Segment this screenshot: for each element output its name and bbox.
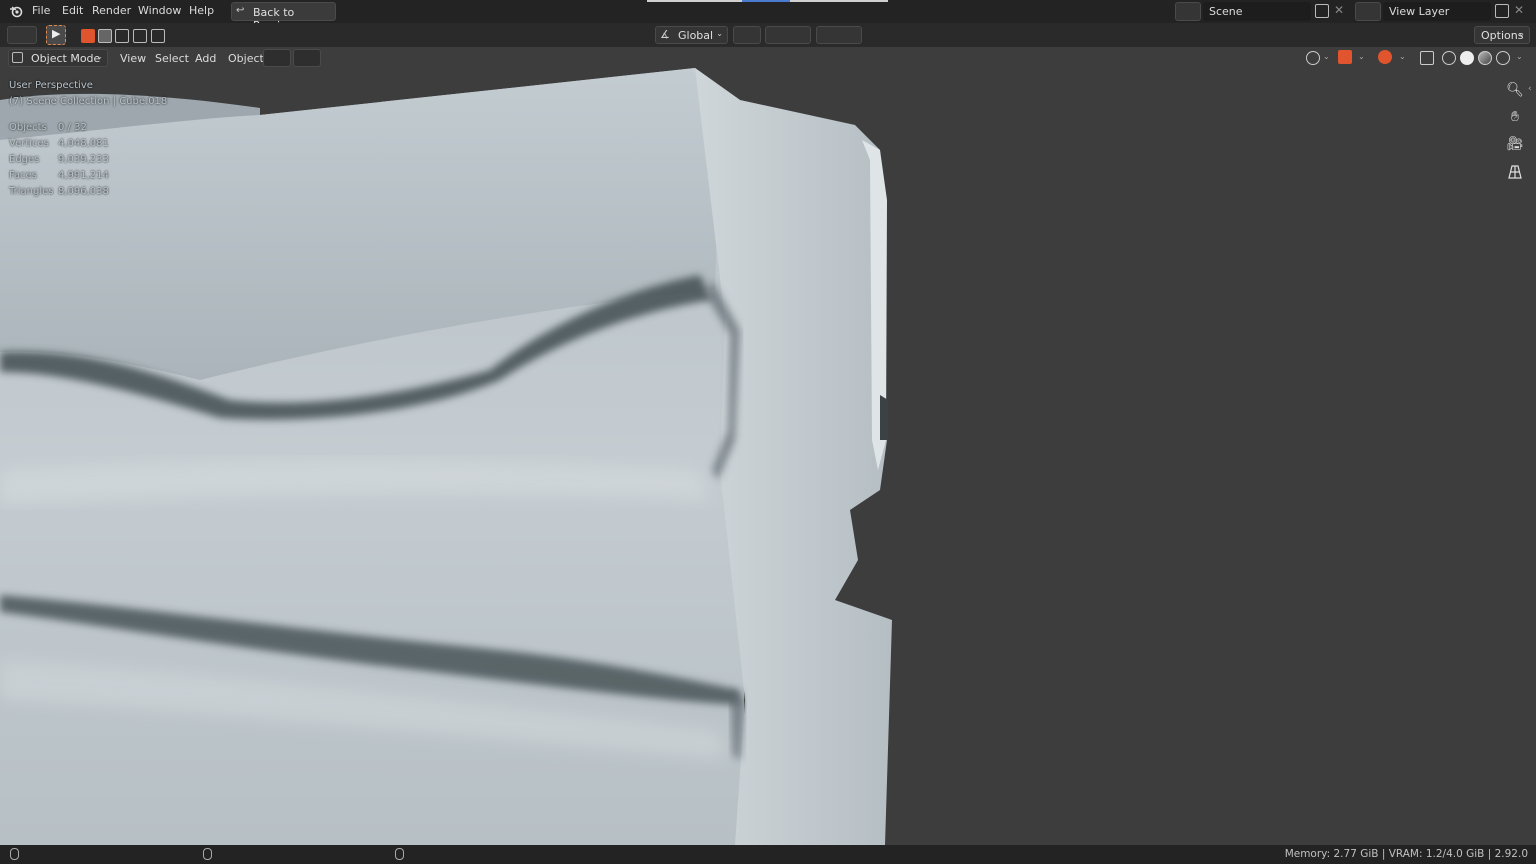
gizmo-icon[interactable]	[1338, 50, 1352, 64]
transform-orientation-dropdown[interactable]: ∡ Global ⌄	[655, 26, 728, 44]
mode-dropdown[interactable]: Object Mode ⌄	[8, 49, 108, 67]
menu-window[interactable]: Window	[138, 4, 181, 17]
stat-label: Objects	[9, 122, 47, 133]
new-scene-icon[interactable]	[1315, 4, 1329, 18]
menu-file[interactable]: File	[32, 4, 50, 17]
menu-select[interactable]: Select	[155, 52, 189, 65]
scene-selector-icon[interactable]	[1175, 2, 1201, 21]
transform-orientation-label: Global	[678, 29, 714, 42]
grid-perspective-icon[interactable]	[1503, 160, 1527, 184]
select-tool-button[interactable]: ▶	[46, 25, 66, 45]
pivot-dropdown[interactable]	[263, 49, 291, 67]
scene-field[interactable]: Scene	[1203, 2, 1311, 21]
mouse-right-icon	[395, 848, 404, 860]
wireframe-shading-icon[interactable]	[1442, 51, 1456, 65]
material-shading-icon[interactable]	[1478, 51, 1492, 65]
tool-header: ▶ ∡ Global ⌄ Options ⌄	[0, 23, 1536, 47]
chevron-down-icon: ⌄	[716, 29, 723, 38]
menu-help[interactable]: Help	[189, 4, 214, 17]
zoom-icon[interactable]: 🔍︎	[1503, 78, 1527, 102]
stat-value: 4,048,081	[58, 138, 109, 149]
chevron-down-icon: ⌄	[96, 52, 103, 61]
select-extend-icon[interactable]	[98, 29, 112, 43]
mouse-middle-icon	[203, 848, 212, 860]
chevron-down-icon: ⌄	[1518, 29, 1525, 38]
axis-icon: ∡	[660, 28, 670, 41]
menu-render[interactable]: Render	[92, 4, 131, 17]
stat-label: Vertices	[9, 138, 49, 149]
viewport-header: Object Mode ⌄ View Select Add Object ⌄ ⌄…	[0, 47, 1536, 69]
status-bar: Memory: 2.77 GiB | VRAM: 1.2/4.0 GiB | 2…	[0, 845, 1536, 864]
collection-label: (7) Scene Collection | Cube.018	[9, 96, 168, 107]
chevron-down-icon[interactable]: ⌄	[1516, 52, 1523, 61]
stat-value: 4,991,214	[58, 170, 109, 181]
cursor-arrow-icon: ▶	[52, 27, 61, 40]
perspective-label: User Perspective	[9, 80, 93, 91]
chevron-down-icon[interactable]: ⌄	[1358, 52, 1365, 61]
active-workspace-tab[interactable]	[742, 0, 790, 2]
mode-label: Object Mode	[31, 52, 101, 65]
close-icon[interactable]: ✕	[1514, 3, 1524, 17]
pivot-point-dropdown[interactable]	[733, 26, 761, 44]
close-icon[interactable]: ✕	[1334, 3, 1344, 17]
view-layer-selector-icon[interactable]	[1355, 2, 1381, 21]
menu-object[interactable]: Object	[228, 52, 264, 65]
options-label: Options	[1481, 29, 1524, 42]
status-info: Memory: 2.77 GiB | VRAM: 1.2/4.0 GiB | 2…	[1284, 848, 1528, 860]
xray-icon[interactable]	[1420, 51, 1434, 65]
sidebar-toggle-icon[interactable]: ‹	[1528, 84, 1532, 94]
back-arrow-icon: ↩	[236, 5, 245, 16]
visibility-icon[interactable]	[1306, 51, 1320, 65]
hand-pan-icon[interactable]: ✋︎	[1503, 105, 1527, 129]
snap-dropdown[interactable]	[293, 49, 321, 67]
solid-shading-icon[interactable]	[1460, 51, 1474, 65]
menu-edit[interactable]: Edit	[62, 4, 83, 17]
3d-viewport[interactable]: User Perspective (7) Scene Collection | …	[0, 47, 1536, 845]
object-mode-icon	[12, 52, 23, 63]
view-layer-name: View Layer	[1389, 5, 1450, 18]
select-new-icon[interactable]	[81, 29, 95, 43]
menu-add[interactable]: Add	[195, 52, 216, 65]
rendered-shading-icon[interactable]	[1496, 51, 1510, 65]
select-intersect-icon[interactable]	[151, 29, 165, 43]
proportional-editing-toggle[interactable]	[816, 26, 862, 44]
editor-type-dropdown[interactable]	[7, 26, 37, 44]
new-view-layer-icon[interactable]	[1495, 4, 1509, 18]
select-invert-icon[interactable]	[133, 29, 147, 43]
sculpt-mesh	[0, 68, 892, 845]
stat-label: Triangles	[9, 186, 54, 197]
chevron-down-icon[interactable]: ⌄	[1399, 52, 1406, 61]
overlays-icon[interactable]	[1378, 50, 1392, 64]
stat-label: Edges	[9, 154, 40, 165]
stat-value: 8,096,038	[58, 186, 109, 197]
select-subtract-icon[interactable]	[115, 29, 129, 43]
camera-icon[interactable]: 🎥︎	[1503, 132, 1527, 156]
stat-value: 9,039,233	[58, 154, 109, 165]
options-dropdown[interactable]: Options ⌄	[1474, 26, 1530, 44]
view-layer-field[interactable]: View Layer	[1383, 2, 1491, 21]
snap-toggle[interactable]	[765, 26, 811, 44]
chevron-down-icon[interactable]: ⌄	[1323, 52, 1330, 61]
top-menu-bar: File Edit Render Window Help ↩ Back to P…	[0, 0, 1536, 32]
mouse-left-icon	[10, 848, 19, 860]
stat-value: 0 / 32	[58, 122, 87, 133]
back-to-previous-button[interactable]: ↩ Back to Previous	[231, 2, 336, 32]
stat-label: Faces	[9, 170, 37, 181]
scene-name: Scene	[1209, 5, 1243, 18]
menu-view[interactable]: View	[120, 52, 146, 65]
blender-logo-icon[interactable]	[9, 4, 23, 18]
